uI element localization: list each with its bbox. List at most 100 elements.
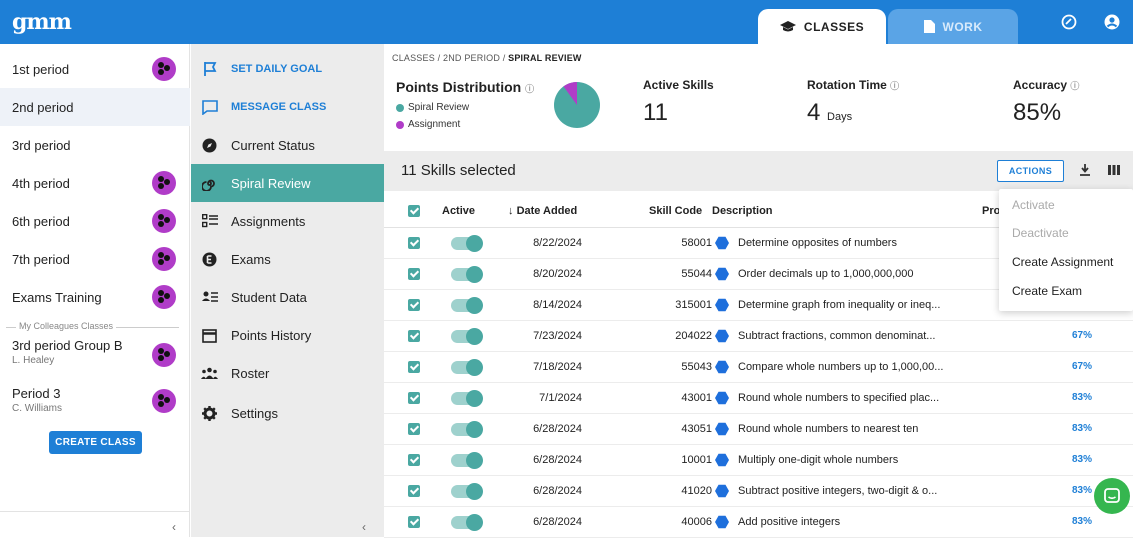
row-checkbox[interactable] xyxy=(408,423,420,435)
active-toggle[interactable] xyxy=(451,297,483,314)
active-toggle[interactable] xyxy=(451,359,483,376)
row-checkbox[interactable] xyxy=(408,392,420,404)
info-icon[interactable]: ⓘ xyxy=(525,84,534,94)
header-date-added[interactable]: ↓ Date Added xyxy=(508,205,577,217)
active-toggle[interactable] xyxy=(451,328,483,345)
legend-assignment: Assignment xyxy=(396,119,460,130)
tab-work[interactable]: WORK xyxy=(888,9,1018,44)
download-icon[interactable] xyxy=(1078,163,1092,177)
action-deactivate[interactable]: Deactivate xyxy=(1012,226,1069,240)
actions-dropdown: Activate Deactivate Create Assignment Cr… xyxy=(999,189,1133,311)
skill-code-cell: 55044 xyxy=(681,268,712,280)
description-cell[interactable]: Round whole numbers to specified plac... xyxy=(738,392,939,404)
progress-cell: 67% xyxy=(1072,361,1093,372)
breadcrumb-classes[interactable]: CLASSES xyxy=(392,53,435,63)
table-row[interactable]: 6/28/2024 43051 Round whole numbers to nea… xyxy=(384,414,1133,445)
action-create-assignment[interactable]: Create Assignment xyxy=(1012,255,1113,269)
menu-student-data[interactable]: Student Data xyxy=(191,278,384,316)
active-toggle[interactable] xyxy=(451,390,483,407)
header-description[interactable]: Description xyxy=(712,205,773,217)
collapse-menu-icon[interactable]: ‹ xyxy=(362,520,366,534)
row-checkbox[interactable] xyxy=(408,454,420,466)
table-row[interactable]: 7/23/2024 204022 Subtract fractions, commo… xyxy=(384,321,1133,352)
row-checkbox[interactable] xyxy=(408,516,420,528)
avatar-group-icon xyxy=(152,209,176,233)
menu-label: Spiral Review xyxy=(231,175,311,191)
class-name: 3rd period Group B xyxy=(12,338,123,353)
menu-spiral-review[interactable]: Spiral Review xyxy=(191,164,384,202)
date-added-cell: 7/1/2024 xyxy=(539,392,582,404)
info-icon[interactable]: ⓘ xyxy=(1070,81,1079,91)
menu-label: Assignments xyxy=(231,213,306,229)
tab-classes[interactable]: CLASSES xyxy=(758,9,886,44)
class-item-1st-period[interactable]: 1st period xyxy=(0,50,190,88)
class-item-7th-period[interactable]: 7th period xyxy=(0,240,190,278)
select-all-checkbox[interactable] xyxy=(408,205,420,217)
menu-points-history[interactable]: Points History xyxy=(191,316,384,354)
accuracy-label: Accuracy ⓘ xyxy=(1013,78,1079,92)
table-row[interactable]: 6/28/2024 41020 Subtract positive integers… xyxy=(384,476,1133,507)
active-toggle[interactable] xyxy=(451,483,483,500)
class-menu-sidebar: SET DAILY GOAL MESSAGE CLASS Current Sta… xyxy=(191,44,384,537)
account-icon[interactable] xyxy=(1104,14,1120,30)
description-cell[interactable]: Round whole numbers to nearest ten xyxy=(738,423,918,435)
class-item-4th-period[interactable]: 4th period xyxy=(0,164,190,202)
description-cell[interactable]: Multiply one-digit whole numbers xyxy=(738,454,898,466)
menu-label: Roster xyxy=(231,365,270,381)
row-checkbox[interactable] xyxy=(408,268,420,280)
info-icon[interactable]: ⓘ xyxy=(890,81,899,91)
date-added-cell: 6/28/2024 xyxy=(533,485,582,497)
action-activate[interactable]: Activate xyxy=(1012,198,1055,212)
active-toggle[interactable] xyxy=(451,452,483,469)
menu-set-daily-goal[interactable]: SET DAILY GOAL xyxy=(191,50,384,88)
breadcrumb-2nd-period[interactable]: 2ND PERIOD xyxy=(443,53,500,63)
app-logo[interactable]: gmm xyxy=(12,9,72,35)
menu-roster[interactable]: Roster xyxy=(191,354,384,392)
description-cell[interactable]: Determine graph from inequality or ineq.… xyxy=(738,299,940,311)
table-row[interactable]: 6/28/2024 40006 Add positive integers 83% xyxy=(384,507,1133,538)
action-create-exam[interactable]: Create Exam xyxy=(1012,284,1082,298)
table-row[interactable]: 7/1/2024 43001 Round whole numbers to spec… xyxy=(384,383,1133,414)
gauge-icon[interactable] xyxy=(1061,14,1077,30)
menu-exams[interactable]: Exams xyxy=(191,240,384,278)
description-cell[interactable]: Compare whole numbers up to 1,000,00... xyxy=(738,361,943,373)
row-checkbox[interactable] xyxy=(408,361,420,373)
header-progress[interactable]: Pro xyxy=(982,205,1000,217)
header-skill-code[interactable]: Skill Code xyxy=(649,205,702,217)
row-checkbox[interactable] xyxy=(408,299,420,311)
class-item-2nd-period[interactable]: 2nd period xyxy=(0,88,190,126)
active-toggle[interactable] xyxy=(451,514,483,531)
menu-current-status[interactable]: Current Status xyxy=(191,126,384,164)
description-cell[interactable]: Subtract positive integers, two-digit & … xyxy=(738,485,937,497)
row-checkbox[interactable] xyxy=(408,237,420,249)
description-cell[interactable]: Add positive integers xyxy=(738,516,840,528)
actions-button[interactable]: ACTIONS xyxy=(997,160,1064,182)
progress-cell: 83% xyxy=(1072,423,1093,434)
description-cell[interactable]: Subtract fractions, common denominat... xyxy=(738,330,935,342)
row-checkbox[interactable] xyxy=(408,485,420,497)
class-item-exams-training[interactable]: Exams Training xyxy=(0,278,190,316)
menu-settings[interactable]: Settings xyxy=(191,394,384,432)
description-cell[interactable]: Determine opposites of numbers xyxy=(738,237,897,249)
menu-assignments[interactable]: Assignments xyxy=(191,202,384,240)
class-item-3rd-period-group-b[interactable]: 3rd period Group B L. Healey xyxy=(0,332,190,374)
active-toggle[interactable] xyxy=(451,235,483,252)
class-item-3rd-period[interactable]: 3rd period xyxy=(0,126,190,164)
class-item-6th-period[interactable]: 6th period xyxy=(0,202,190,240)
menu-message-class[interactable]: MESSAGE CLASS xyxy=(191,88,384,126)
create-class-button[interactable]: CREATE CLASS xyxy=(49,431,142,454)
table-row[interactable]: 6/28/2024 10001 Multiply one-digit whole n… xyxy=(384,445,1133,476)
message-icon xyxy=(201,99,218,115)
active-toggle[interactable] xyxy=(451,421,483,438)
collapse-sidebar-icon[interactable]: ‹ xyxy=(172,520,176,534)
table-row[interactable]: 7/18/2024 55043 Compare whole numbers up t… xyxy=(384,352,1133,383)
menu-label: Settings xyxy=(231,405,278,421)
description-cell[interactable]: Order decimals up to 1,000,000,000 xyxy=(738,268,914,280)
header-active[interactable]: Active xyxy=(442,205,475,217)
row-checkbox[interactable] xyxy=(408,330,420,342)
teacher-name: C. Williams xyxy=(12,403,62,414)
class-item-period-3[interactable]: Period 3 C. Williams xyxy=(0,378,190,420)
active-toggle[interactable] xyxy=(451,266,483,283)
columns-icon[interactable] xyxy=(1107,163,1121,177)
chat-button[interactable] xyxy=(1094,478,1130,514)
